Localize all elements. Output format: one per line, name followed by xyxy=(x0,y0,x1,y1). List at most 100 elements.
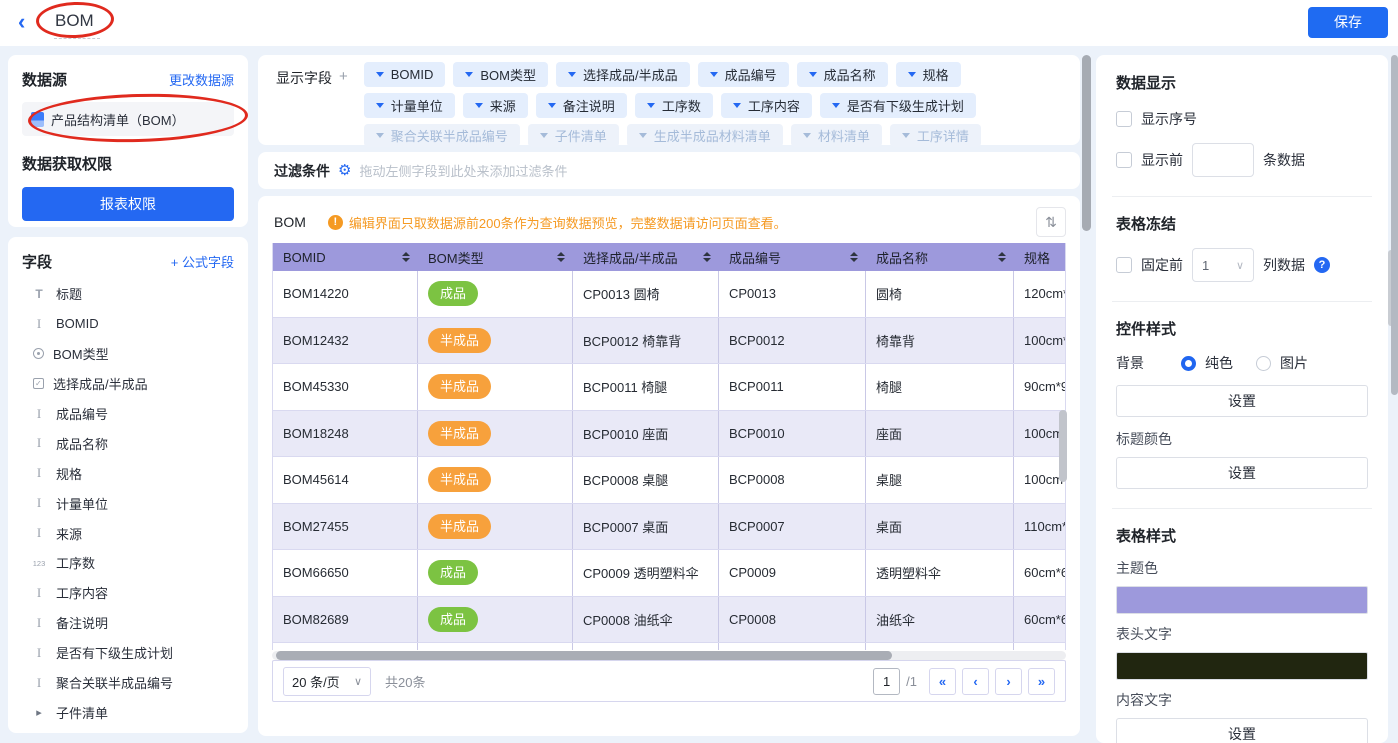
freeze-count-select[interactable]: 1 ∨ xyxy=(1192,248,1254,282)
sort-arrows-icon[interactable] xyxy=(402,252,410,262)
show-first-checkbox[interactable] xyxy=(1116,152,1132,168)
header-text-color-swatch[interactable] xyxy=(1116,652,1368,680)
column-header-product-name[interactable]: 成品名称 xyxy=(866,243,1014,271)
column-header-select-product[interactable]: 选择成品/半成品 xyxy=(573,243,719,271)
field-item-process-content[interactable]: 工序内容 xyxy=(22,578,234,608)
image-radio[interactable] xyxy=(1256,356,1271,371)
field-item-has-subplan[interactable]: 是否有下级生成计划 xyxy=(22,638,234,668)
last-page-button[interactable]: » xyxy=(1028,668,1055,695)
field-chip-bomid[interactable]: BOMID xyxy=(364,62,446,87)
field-item-spec[interactable]: 规格 xyxy=(22,458,234,488)
table-row[interactable]: BOM45614 半成品 BCP0008 桌腿 BCP0008 桌腿 100cm… xyxy=(273,457,1065,504)
page-title[interactable]: BOM xyxy=(55,11,94,31)
field-chip-process-detail-disabled[interactable]: 工序详情 xyxy=(890,124,981,147)
chevron-down-icon xyxy=(465,72,473,77)
table-vertical-scrollbar[interactable] xyxy=(1059,410,1067,482)
display-fields-panel: 显示字段 + BOMID BOM类型 选择成品/半成品 成品编号 成品名称 规格… xyxy=(258,55,1080,145)
field-chip-process-content[interactable]: 工序内容 xyxy=(721,93,812,118)
cell-name: 椅靠背 xyxy=(866,318,1014,364)
field-chip-material-list-disabled[interactable]: 材料清单 xyxy=(791,124,882,147)
title-color-set-button[interactable]: 设置 xyxy=(1116,457,1368,489)
window-scrollbar[interactable] xyxy=(1391,55,1398,395)
field-chip-gen-material-list-disabled[interactable]: 生成半成品材料清单 xyxy=(627,124,783,147)
column-header-bom-type[interactable]: BOM类型 xyxy=(418,243,573,271)
field-chip-bom-type[interactable]: BOM类型 xyxy=(453,62,548,87)
top-bar: ‹ BOM 保存 xyxy=(0,0,1398,46)
page-total: /1 xyxy=(906,674,917,689)
field-item-select-product[interactable]: 选择成品/半成品 xyxy=(22,369,234,399)
show-index-checkbox[interactable] xyxy=(1116,111,1132,127)
middle-column-scrollbar[interactable] xyxy=(1082,55,1091,231)
table-row[interactable]: BOM18248 半成品 BCP0010 座面 BCP0010 座面 100cm… xyxy=(273,411,1065,458)
solid-color-radio[interactable] xyxy=(1181,356,1196,371)
page-number-input[interactable] xyxy=(873,668,900,695)
field-chip-source[interactable]: 来源 xyxy=(463,93,528,118)
table-row[interactable]: BOM12432 半成品 BCP0012 椅靠背 BCP0012 椅靠背 100… xyxy=(273,318,1065,365)
field-item-process-count[interactable]: 工序数 xyxy=(22,548,234,578)
field-chip-process-count[interactable]: 工序数 xyxy=(635,93,713,118)
field-chip-remark[interactable]: 备注说明 xyxy=(536,93,627,118)
sort-arrows-icon[interactable] xyxy=(998,252,1006,262)
field-chip-unit[interactable]: 计量单位 xyxy=(364,93,455,118)
text-field-icon xyxy=(31,496,47,510)
save-button[interactable]: 保存 xyxy=(1308,7,1388,38)
add-display-field-icon[interactable]: + xyxy=(339,68,348,145)
page-size-select[interactable]: 20 条/页 ∨ xyxy=(283,667,371,696)
field-chip-spec[interactable]: 规格 xyxy=(896,62,961,87)
field-chip-subitem-list-disabled[interactable]: 子件清单 xyxy=(528,124,619,147)
filter-panel[interactable]: 过滤条件 ⚙ 拖动左侧字段到此处来添加过滤条件 xyxy=(258,152,1080,189)
text-field-icon xyxy=(31,407,47,421)
field-chip-has-subplan[interactable]: 是否有下级生成计划 xyxy=(820,93,976,118)
show-first-count-input[interactable] xyxy=(1192,143,1254,177)
cell-empty xyxy=(273,643,418,650)
change-datasource-link[interactable]: 更改数据源 xyxy=(169,70,234,89)
table-row[interactable]: BOM14220 成品 CP0013 圆椅 CP0013 圆椅 120cm* xyxy=(273,271,1065,318)
prev-page-button[interactable]: ‹ xyxy=(962,668,989,695)
background-set-button[interactable]: 设置 xyxy=(1116,385,1368,417)
field-item-product-name[interactable]: 成品名称 xyxy=(22,428,234,458)
field-item-bom-type[interactable]: BOM类型 xyxy=(22,339,234,369)
sort-arrows-icon[interactable] xyxy=(703,252,711,262)
field-item-subitem-list[interactable]: 子件清单 xyxy=(22,697,234,727)
report-permission-button[interactable]: 报表权限 xyxy=(22,187,234,221)
cell-spec: 60cm*6 xyxy=(1014,550,1065,596)
field-chip-product-code[interactable]: 成品编号 xyxy=(698,62,789,87)
help-icon[interactable]: ? xyxy=(1314,257,1330,273)
number-field-icon xyxy=(31,555,47,571)
gear-icon[interactable]: ⚙ xyxy=(338,163,351,179)
first-page-button[interactable]: « xyxy=(929,668,956,695)
cell-bomid: BOM12432 xyxy=(273,318,418,364)
next-page-button[interactable]: › xyxy=(995,668,1022,695)
table-row[interactable]: BOM45330 半成品 BCP0011 椅腿 BCP0011 椅腿 90cm*… xyxy=(273,364,1065,411)
column-header-bomid[interactable]: BOMID xyxy=(273,243,418,271)
field-item-remark[interactable]: 备注说明 xyxy=(22,608,234,638)
datasource-item[interactable]: 产品结构清单（BOM） xyxy=(22,102,234,136)
field-item-unit[interactable]: 计量单位 xyxy=(22,488,234,518)
table-horizontal-scrollbar[interactable] xyxy=(276,651,892,660)
solid-color-label: 纯色 xyxy=(1205,353,1233,373)
field-item-title[interactable]: 标题 xyxy=(22,279,234,309)
field-chip-product-name[interactable]: 成品名称 xyxy=(797,62,888,87)
table-row[interactable]: BOM27455 半成品 BCP0007 桌面 BCP0007 桌面 110cm… xyxy=(273,504,1065,551)
table-row[interactable]: BOM82689 成品 CP0008 油纸伞 CP0008 油纸伞 60cm*6 xyxy=(273,597,1065,644)
theme-color-swatch[interactable] xyxy=(1116,586,1368,614)
sort-arrows-icon[interactable] xyxy=(850,252,858,262)
field-item-agg-code[interactable]: 聚合关联半成品编号 xyxy=(22,668,234,698)
field-chip-agg-code-disabled[interactable]: 聚合关联半成品编号 xyxy=(364,124,520,147)
content-text-set-button[interactable]: 设置 xyxy=(1116,718,1368,743)
table-row[interactable]: BOM66650 成品 CP0009 透明塑料伞 CP0009 透明塑料伞 60… xyxy=(273,550,1065,597)
column-header-spec[interactable]: 规格 xyxy=(1014,243,1065,271)
field-item-product-code[interactable]: 成品编号 xyxy=(22,399,234,429)
freeze-checkbox[interactable] xyxy=(1116,257,1132,273)
column-header-product-code[interactable]: 成品编号 xyxy=(719,243,866,271)
cell-bom-type: 半成品 xyxy=(418,364,573,410)
field-chip-select-product[interactable]: 选择成品/半成品 xyxy=(556,62,690,87)
add-formula-field-link[interactable]: + 公式字段 xyxy=(171,252,234,271)
field-item-bomid[interactable]: BOMID xyxy=(22,309,234,339)
field-label: 工序内容 xyxy=(56,583,108,602)
sort-order-button[interactable]: ⇅ xyxy=(1036,207,1066,237)
field-item-source[interactable]: 来源 xyxy=(22,518,234,548)
sort-arrows-icon[interactable] xyxy=(557,252,565,262)
status-badge: 成品 xyxy=(428,607,478,632)
back-icon[interactable]: ‹ xyxy=(18,10,25,34)
